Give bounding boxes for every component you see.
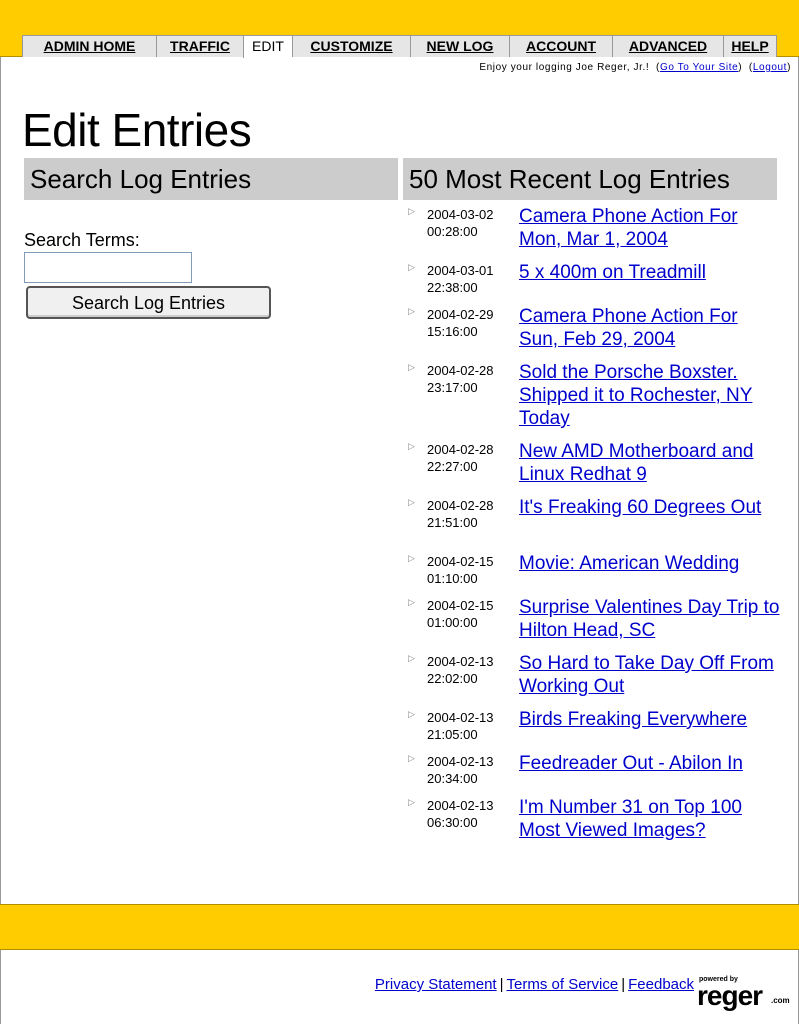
entry-title-link[interactable]: Sold the Porsche Boxster. Shipped it to … (519, 361, 788, 440)
search-terms-label: Search Terms: (24, 230, 140, 250)
privacy-statement-link[interactable]: Privacy Statement (375, 976, 497, 993)
entry-datetime: 2004-02-13 06:30:00 (427, 798, 494, 830)
list-item: ▷ 2004-02-13 20:34:00 Feedreader Out - Ab… (408, 752, 788, 796)
list-item: ▷ 2004-02-28 21:51:00 It's Freaking 60 De… (408, 496, 788, 552)
recent-entries-header: 50 Most Recent Log Entries (403, 158, 777, 200)
tab-admin-home[interactable]: ADMIN HOME (22, 35, 156, 57)
logo-suffix: .com (771, 996, 790, 1005)
triangle-right-icon: ▷ (408, 206, 415, 216)
entry-title-link[interactable]: So Hard to Take Day Off From Working Out (519, 652, 788, 708)
entry-title-link[interactable]: Birds Freaking Everywhere (519, 708, 788, 752)
page-title: Edit Entries (22, 104, 252, 156)
entry-datetime: 2004-02-29 15:16:00 (427, 307, 494, 339)
logout-link[interactable]: Logout (753, 62, 787, 73)
entry-datetime: 2004-03-02 00:28:00 (427, 207, 494, 239)
entry-datetime: 2004-02-28 21:51:00 (427, 498, 494, 530)
tab-edit[interactable]: EDIT (243, 35, 292, 58)
triangle-right-icon: ▷ (408, 597, 415, 607)
tab-help[interactable]: HELP (723, 35, 777, 57)
main-nav: ADMIN HOME TRAFFIC EDIT CUSTOMIZE NEW LO… (22, 35, 777, 58)
search-terms-input[interactable] (24, 252, 192, 283)
entry-datetime: 2004-02-28 22:27:00 (427, 442, 494, 474)
entry-datetime: 2004-02-15 01:10:00 (427, 554, 494, 586)
triangle-right-icon: ▷ (408, 497, 415, 507)
triangle-right-icon: ▷ (408, 653, 415, 663)
feedback-link[interactable]: Feedback (628, 976, 694, 993)
list-item: ▷ 2004-02-13 22:02:00 So Hard to Take Day… (408, 652, 788, 708)
tab-customize[interactable]: CUSTOMIZE (292, 35, 410, 57)
list-item: ▷ 2004-03-01 22:38:00 5 x 400m on Treadmi… (408, 261, 788, 305)
list-item: ▷ 2004-02-29 15:16:00 Camera Phone Action… (408, 305, 788, 361)
recent-entries-list: ▷ 2004-03-02 00:28:00 Camera Phone Action… (408, 205, 788, 852)
entry-datetime: 2004-03-01 22:38:00 (427, 263, 494, 295)
entry-title-link[interactable]: Surprise Valentines Day Trip to Hilton H… (519, 596, 788, 652)
terms-of-service-link[interactable]: Terms of Service (507, 976, 619, 993)
triangle-right-icon: ▷ (408, 753, 415, 763)
footer-separator: | (621, 976, 626, 993)
entry-datetime: 2004-02-28 23:17:00 (427, 363, 494, 395)
tab-new-log[interactable]: NEW LOG (410, 35, 509, 57)
greeting-text: Enjoy your logging Joe Reger, Jr.! (479, 62, 650, 73)
entry-title-link[interactable]: Camera Phone Action For Sun, Feb 29, 200… (519, 305, 788, 361)
entry-title-link[interactable]: It's Freaking 60 Degrees Out (519, 496, 788, 552)
footer-separator: | (499, 976, 504, 993)
list-item: ▷ 2004-02-28 22:27:00 New AMD Motherboard… (408, 440, 788, 496)
entry-title-link[interactable]: 5 x 400m on Treadmill (519, 261, 788, 305)
triangle-right-icon: ▷ (408, 262, 415, 272)
entry-datetime: 2004-02-13 20:34:00 (427, 754, 494, 786)
entry-datetime: 2004-02-13 21:05:00 (427, 710, 494, 742)
entry-datetime: 2004-02-13 22:02:00 (427, 654, 494, 686)
search-panel-header: Search Log Entries (24, 158, 398, 200)
footer-bar (0, 904, 799, 950)
footer-links: Privacy Statement | Terms of Service | Feedb… (375, 976, 694, 993)
search-log-entries-button[interactable]: Search Log Entries (26, 286, 271, 319)
list-item: ▷ 2004-02-13 21:05:00 Birds Freaking Ever… (408, 708, 788, 752)
entry-title-link[interactable]: Movie: American Wedding (519, 552, 788, 596)
header-bar: ADMIN HOME TRAFFIC EDIT CUSTOMIZE NEW LO… (0, 0, 799, 58)
entry-title-link[interactable]: New AMD Motherboard and Linux Redhat 9 (519, 440, 788, 496)
go-to-site-link[interactable]: Go To Your Site (660, 62, 738, 73)
entry-title-link[interactable]: Feedreader Out - Abilon In (519, 752, 788, 796)
reger-logo[interactable]: powered by reger .com (697, 976, 793, 1016)
entry-title-link[interactable]: I'm Number 31 on Top 100 Most Viewed Ima… (519, 796, 788, 852)
list-item: ▷ 2004-02-13 06:30:00 I'm Number 31 on To… (408, 796, 788, 852)
triangle-right-icon: ▷ (408, 797, 415, 807)
logo-wordmark: reger (697, 980, 763, 1011)
greeting-line: Enjoy your logging Joe Reger, Jr.! (Go T… (479, 62, 791, 73)
list-item: ▷ 2004-02-15 01:00:00 Surprise Valentines… (408, 596, 788, 652)
tab-account[interactable]: ACCOUNT (509, 35, 612, 57)
tab-traffic[interactable]: TRAFFIC (156, 35, 243, 57)
triangle-right-icon: ▷ (408, 362, 415, 372)
tab-advanced[interactable]: ADVANCED (612, 35, 723, 57)
list-item: ▷ 2004-02-15 01:10:00 Movie: American Wed… (408, 552, 788, 596)
triangle-right-icon: ▷ (408, 441, 415, 451)
entry-title-link[interactable]: Camera Phone Action For Mon, Mar 1, 2004 (519, 205, 788, 261)
list-item: ▷ 2004-03-02 00:28:00 Camera Phone Action… (408, 205, 788, 261)
triangle-right-icon: ▷ (408, 709, 415, 719)
entry-datetime: 2004-02-15 01:00:00 (427, 598, 494, 630)
triangle-right-icon: ▷ (408, 306, 415, 316)
triangle-right-icon: ▷ (408, 553, 415, 563)
list-item: ▷ 2004-02-28 23:17:00 Sold the Porsche Bo… (408, 361, 788, 440)
